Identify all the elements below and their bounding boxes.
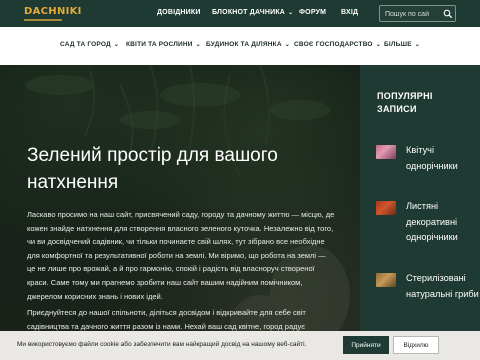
nav-item-label: САД ТА ГОРОД xyxy=(60,41,111,48)
post-title-link[interactable]: Квітучі однорічники xyxy=(406,143,480,174)
nav-item-label: БІЛЬШЕ xyxy=(384,41,412,48)
chevron-down-icon: ⌄ xyxy=(414,42,421,48)
nav-item-label: КВІТИ ТА РОСЛИНИ xyxy=(126,41,193,48)
post-thumbnail[interactable] xyxy=(376,273,396,287)
logo-underline xyxy=(24,19,62,21)
search-box xyxy=(379,5,456,22)
post-thumbnail[interactable] xyxy=(376,201,396,215)
hero-section: Зелений простір для вашого натхнення Лас… xyxy=(0,65,360,360)
nav-item-label: ФОРУМ xyxy=(299,9,327,16)
hero-join-text: Приєднуйтеся до нашої спільноти, ділітьс… xyxy=(27,308,306,331)
reject-cookies-button[interactable]: Відхилю xyxy=(393,336,439,354)
search-icon[interactable] xyxy=(443,9,453,19)
post-thumbnail[interactable] xyxy=(376,145,396,159)
nav-item-label: ВХІД xyxy=(341,9,359,16)
nav-item-kvity[interactable]: КВІТИ ТА РОСЛИНИ ⌄ xyxy=(126,41,201,48)
nav-item-dovidnyky[interactable]: ДОВІДНИКИ xyxy=(157,9,201,16)
sidebar-title: ПОПУЛЯРНІ ЗАПИСИ xyxy=(377,91,433,114)
category-nav: САД ТА ГОРОД ⌄ КВІТИ ТА РОСЛИНИ ⌄ БУДИНОК … xyxy=(0,27,480,65)
nav-item-budynok[interactable]: БУДИНОК ТА ДІЛЯНКА ⌄ xyxy=(206,41,290,48)
nav-item-sad-ta-gorod[interactable]: САД ТА ГОРОД ⌄ xyxy=(60,41,119,48)
nav-item-login[interactable]: ВХІД xyxy=(341,9,358,16)
nav-item-bilshe[interactable]: БІЛЬШЕ ⌄ xyxy=(384,41,420,48)
post-title-link[interactable]: Листяні декоративні однорічники xyxy=(406,199,480,246)
hero-intro-text: Ласкаво просимо на наш сайт, присвячений… xyxy=(27,210,335,301)
chevron-down-icon: ⌄ xyxy=(195,42,201,48)
chevron-down-icon: ⌄ xyxy=(375,42,381,48)
popular-posts-sidebar: ПОПУЛЯРНІ ЗАПИСИ Квітучі однорічники Лис… xyxy=(360,65,480,360)
chevron-down-icon: ⌄ xyxy=(288,10,294,16)
accept-cookies-button[interactable]: Прийняти xyxy=(343,336,389,354)
nav-item-gospodarstvo[interactable]: СВОЄ ГОСПОДАРСТВО ⌄ xyxy=(294,41,381,48)
chevron-down-icon: ⌄ xyxy=(284,42,290,48)
post-title-link[interactable]: Стерилізовані натуральні гриби xyxy=(406,271,480,302)
logo-text: DACHNIKI xyxy=(24,6,82,17)
cookie-notice-text: Ми використовуємо файли cookie або забез… xyxy=(17,341,307,348)
nav-item-bloknot[interactable]: БЛОКНОТ ДАЧНИКА ⌄ xyxy=(212,9,293,16)
nav-item-forum[interactable]: ФОРУМ xyxy=(299,9,326,16)
nav-item-label: БУДИНОК ТА ДІЛЯНКА xyxy=(206,41,282,48)
top-header: DACHNIKI ДОВІДНИКИ БЛОКНОТ ДАЧНИКА ⌄ ФОРУ… xyxy=(0,0,480,27)
site-logo[interactable]: DACHNIKI xyxy=(24,6,81,22)
nav-item-label: СВОЄ ГОСПОДАРСТВО xyxy=(294,41,373,48)
search-input[interactable] xyxy=(385,9,440,19)
cookie-banner: Ми використовуємо файли cookie або забез… xyxy=(0,331,480,360)
hero-title: Зелений простір для вашого натхнення xyxy=(27,145,278,193)
nav-item-label: ДОВІДНИКИ xyxy=(157,9,201,16)
chevron-down-icon: ⌄ xyxy=(113,42,120,48)
nav-item-label: БЛОКНОТ ДАЧНИКА xyxy=(212,9,286,16)
